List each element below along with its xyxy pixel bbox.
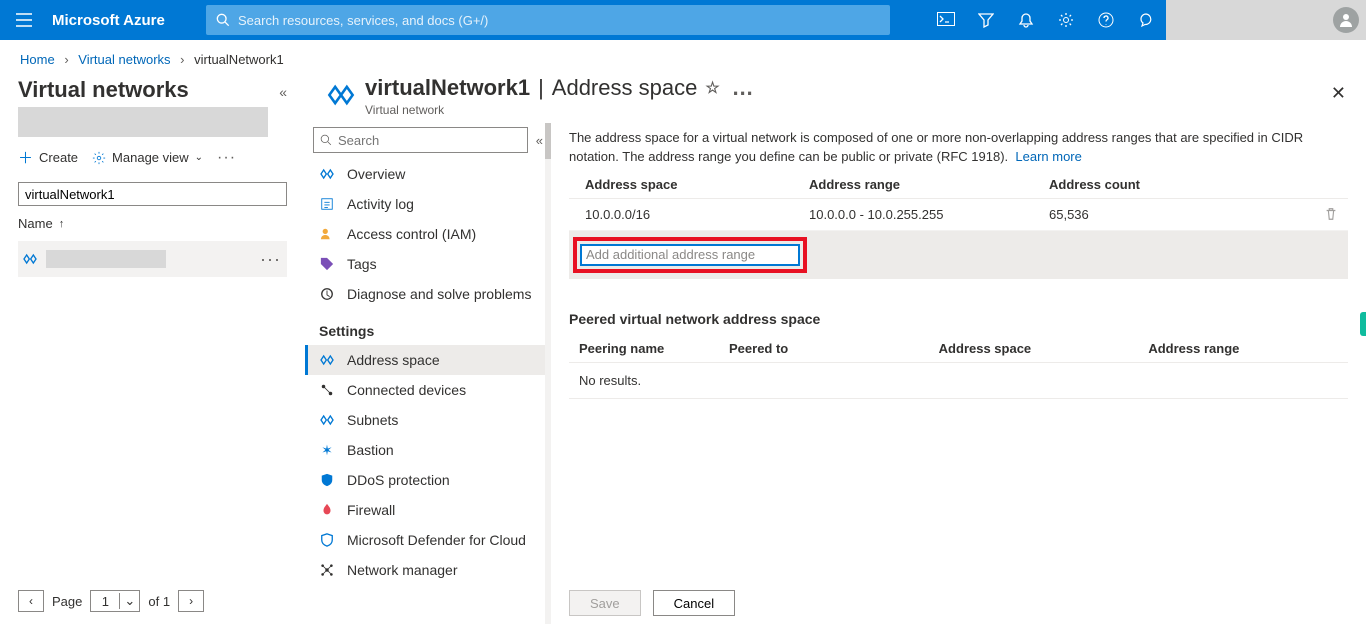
- sidenav-search[interactable]: [313, 127, 528, 153]
- nav-network-manager[interactable]: Network manager: [305, 555, 551, 585]
- peered-section-title: Peered virtual network address space: [569, 311, 1348, 333]
- breadcrumb-home[interactable]: Home: [20, 52, 55, 67]
- scrollbar-thumb[interactable]: [545, 123, 551, 159]
- filter-icon[interactable]: [966, 0, 1006, 40]
- add-address-range-input[interactable]: [580, 244, 800, 266]
- pager-page-select[interactable]: 1 ⌄: [90, 590, 140, 612]
- nav-defender[interactable]: Microsoft Defender for Cloud: [305, 525, 551, 555]
- list-panel-title: Virtual networks: [18, 75, 189, 103]
- peered-table-header: Peering name Peered to Address space Add…: [569, 333, 1348, 363]
- scrollbar-track: [545, 123, 551, 624]
- nav-address-space[interactable]: Address space: [305, 345, 551, 375]
- iam-icon: [319, 226, 335, 242]
- firewall-icon: [319, 502, 335, 518]
- subnets-icon: [319, 412, 335, 428]
- save-button[interactable]: Save: [569, 590, 641, 616]
- page-title: virtualNetwork1 | Address space ☆ …: [365, 75, 1331, 101]
- nav-subnets[interactable]: Subnets: [305, 405, 551, 435]
- vnet-icon: [22, 251, 38, 267]
- collapse-sidenav[interactable]: «: [536, 133, 543, 148]
- cancel-button[interactable]: Cancel: [653, 590, 735, 616]
- collapse-list-panel[interactable]: «: [279, 78, 287, 100]
- nav-access-control[interactable]: Access control (IAM): [305, 219, 551, 249]
- plus-icon: ＋: [18, 147, 33, 168]
- nav-bastion[interactable]: ✶ Bastion: [305, 435, 551, 465]
- name-column-header[interactable]: Name ↑: [18, 216, 287, 231]
- pager-next[interactable]: ›: [178, 590, 204, 612]
- notifications-icon[interactable]: [1006, 0, 1046, 40]
- breadcrumb-current: virtualNetwork1: [194, 52, 284, 67]
- diagnose-icon: [319, 286, 335, 302]
- pager-prev[interactable]: ‹: [18, 590, 44, 612]
- nav-firewall[interactable]: Firewall: [305, 495, 551, 525]
- brand-label: Microsoft Azure: [48, 12, 198, 29]
- nav-section-settings: Settings: [305, 309, 551, 345]
- account-avatar[interactable]: [1326, 0, 1366, 40]
- list-item[interactable]: ···: [18, 241, 287, 277]
- avatar-icon: [1333, 7, 1359, 33]
- address-table-header: Address space Address range Address coun…: [569, 167, 1348, 199]
- help-icon[interactable]: [1086, 0, 1126, 40]
- gear-icon: [92, 151, 106, 165]
- tenant-placeholder: [1166, 0, 1326, 40]
- nav-overview[interactable]: Overview: [305, 159, 551, 189]
- bastion-icon: ✶: [319, 442, 335, 458]
- title-more-actions[interactable]: …: [728, 75, 754, 101]
- search-icon: [320, 134, 332, 146]
- hamburger-icon: [16, 13, 32, 27]
- address-space-icon: [319, 352, 335, 368]
- settings-icon[interactable]: [1046, 0, 1086, 40]
- close-blade-button[interactable]: ✕: [1331, 83, 1346, 104]
- cloud-shell-icon[interactable]: [926, 0, 966, 40]
- item-name-placeholder: [46, 250, 166, 268]
- chevron-down-icon: ⌄: [119, 593, 139, 609]
- chevron-down-icon: ⌄: [195, 152, 203, 163]
- filter-input[interactable]: [18, 182, 287, 206]
- learn-more-link[interactable]: Learn more: [1015, 149, 1081, 164]
- feedback-icon[interactable]: [1126, 0, 1166, 40]
- pager: ‹ Page 1 ⌄ of 1 ›: [18, 578, 287, 624]
- subscription-placeholder: [18, 107, 268, 137]
- tag-icon: [319, 256, 335, 272]
- breadcrumb-vnets[interactable]: Virtual networks: [78, 52, 170, 67]
- vnet-icon: [327, 81, 355, 109]
- no-results-text: No results.: [569, 363, 1348, 399]
- feedback-side-tab[interactable]: [1360, 312, 1366, 336]
- nav-ddos[interactable]: DDoS protection: [305, 465, 551, 495]
- favorite-star-icon[interactable]: ☆: [705, 78, 719, 98]
- global-search[interactable]: [206, 5, 890, 35]
- manage-view-button[interactable]: Manage view ⌄: [92, 150, 203, 165]
- activity-log-icon: [319, 196, 335, 212]
- resource-type-label: Virtual network: [365, 103, 1331, 117]
- global-search-input[interactable]: [230, 13, 880, 28]
- nav-connected-devices[interactable]: Connected devices: [305, 375, 551, 405]
- shield-icon: [319, 472, 335, 488]
- delete-row-icon[interactable]: [1324, 207, 1348, 221]
- nav-tags[interactable]: Tags: [305, 249, 551, 279]
- create-button[interactable]: ＋ Create: [18, 147, 78, 168]
- search-icon: [216, 13, 230, 27]
- defender-icon: [319, 532, 335, 548]
- hamburger-menu[interactable]: [0, 0, 48, 40]
- breadcrumb: Home › Virtual networks › virtualNetwork…: [0, 40, 1366, 75]
- nav-activity-log[interactable]: Activity log: [305, 189, 551, 219]
- vnet-icon: [319, 166, 335, 182]
- network-manager-icon: [319, 562, 335, 578]
- sort-up-icon: ↑: [59, 218, 65, 230]
- connected-icon: [319, 382, 335, 398]
- add-range-highlight: [573, 237, 807, 273]
- description-text: The address space for a virtual network …: [569, 123, 1348, 167]
- nav-diagnose[interactable]: Diagnose and solve problems: [305, 279, 551, 309]
- item-more-actions[interactable]: ···: [260, 249, 283, 270]
- address-row: 10.0.0.0/16 10.0.0.0 - 10.0.255.255 65,5…: [569, 199, 1348, 231]
- more-actions[interactable]: ···: [217, 149, 236, 167]
